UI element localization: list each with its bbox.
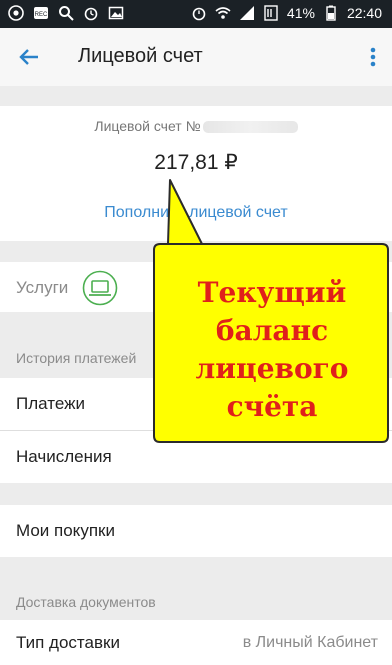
account-number-row: Лицевой счет № — [0, 118, 392, 134]
wifi-icon — [215, 7, 231, 19]
charges-label: Начисления — [16, 447, 112, 466]
signal-icon — [239, 6, 254, 20]
alarm-icon — [192, 7, 206, 21]
delivery-type-label: Тип доставки — [16, 633, 120, 652]
svg-text:REC: REC — [35, 12, 48, 18]
app-toolbar: Лицевой счет — [0, 28, 392, 86]
delivery-type-row[interactable]: Тип доставки в Личный Кабинет — [0, 620, 392, 665]
delivery-type-value: в Личный Кабинет — [242, 634, 378, 651]
search-icon — [59, 6, 74, 21]
laptop-icon — [82, 270, 118, 306]
status-bar: REC 41% 22:40 — [0, 0, 392, 28]
account-card: Лицевой счет № 217,81 ₽ Пополнить лицево… — [0, 106, 392, 241]
purchases-row[interactable]: Мои покупки — [0, 505, 392, 557]
mute-icon — [264, 5, 278, 21]
back-arrow-icon[interactable] — [16, 44, 42, 70]
page-title: Лицевой счет — [78, 45, 203, 67]
more-menu-icon[interactable] — [368, 44, 378, 70]
payments-label: Платежи — [16, 394, 85, 413]
battery-icon — [326, 5, 336, 21]
purchases-label: Мои покупки — [16, 521, 115, 540]
callout-text: Текущий баланс лицевого счёта — [195, 276, 349, 423]
account-number-label: Лицевой счет № — [94, 118, 201, 134]
account-number-hidden — [202, 121, 298, 134]
rec-icon: REC — [34, 7, 48, 19]
topup-link[interactable]: Пополнить лицевой счет — [0, 204, 392, 222]
history-section-title: История платежей — [16, 350, 137, 366]
battery-percent: 41% — [286, 5, 315, 21]
alarm-icon — [84, 7, 98, 21]
image-icon — [108, 6, 124, 20]
charges-row[interactable]: Начисления — [0, 431, 392, 483]
services-label: Услуги — [16, 278, 69, 297]
balance-amount: 217,81 ₽ — [154, 151, 238, 174]
clock: 22:40 — [346, 5, 382, 21]
delivery-section-title: Доставка документов — [16, 594, 156, 610]
chrome-icon — [8, 5, 24, 21]
